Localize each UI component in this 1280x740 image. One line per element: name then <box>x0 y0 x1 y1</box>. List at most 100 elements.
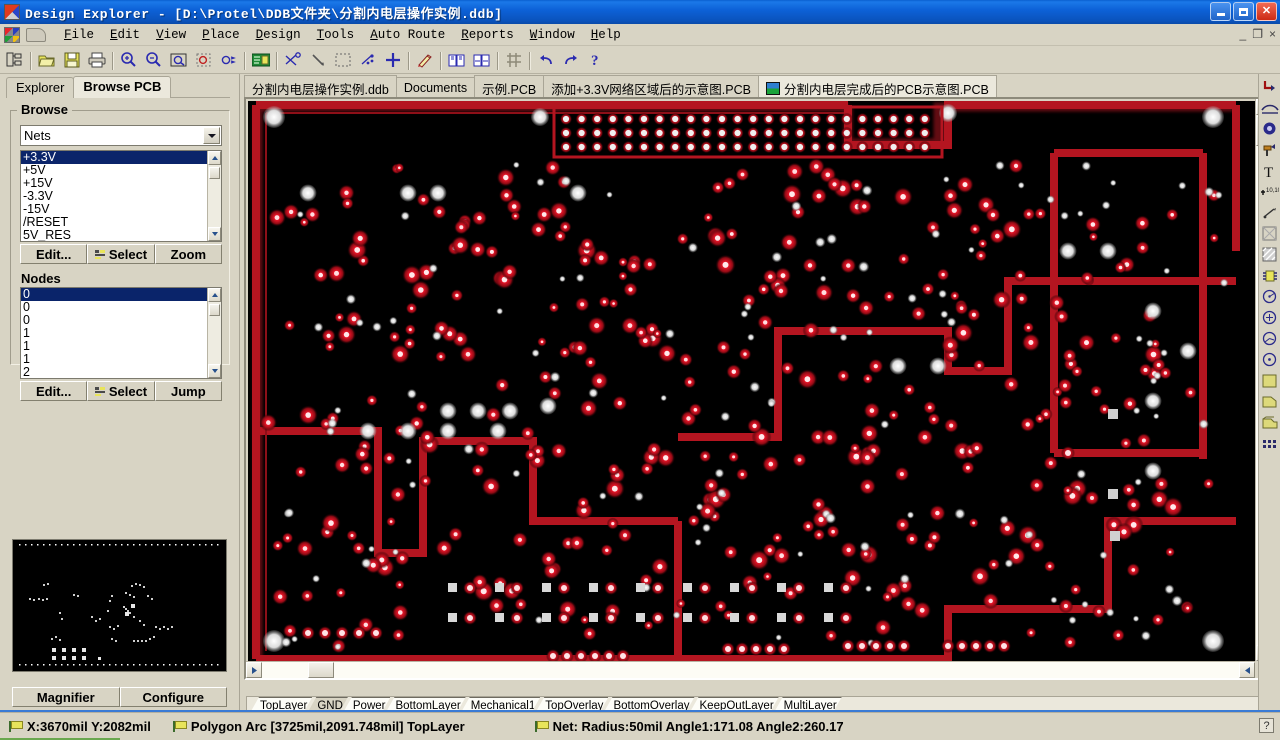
node-item[interactable]: 0 <box>21 301 207 314</box>
pan-icon[interactable] <box>216 48 241 72</box>
arc-center-icon[interactable] <box>1260 286 1280 307</box>
chevron-down-icon[interactable] <box>203 127 220 144</box>
place-arc-icon[interactable] <box>1260 97 1280 118</box>
scroll-up-icon[interactable] <box>208 151 221 165</box>
node-item[interactable]: 2 <box>21 366 207 379</box>
menu-item-help[interactable]: Help <box>583 26 629 44</box>
place-coordinate-icon[interactable]: 10,10 <box>1260 181 1280 202</box>
hscroll-thumb[interactable] <box>308 662 334 678</box>
place-pad-icon[interactable] <box>1260 139 1280 160</box>
nets-scrollbar[interactable] <box>207 151 221 241</box>
tab-explorer[interactable]: Explorer <box>6 77 74 98</box>
nodes-scrollbar[interactable] <box>207 288 221 378</box>
doc-tab-label: 示例.PCB <box>482 79 536 98</box>
place-room-icon[interactable] <box>1260 223 1280 244</box>
menu-item-design[interactable]: Design <box>248 26 309 44</box>
zoom-selection-icon[interactable] <box>191 48 216 72</box>
place-fill-icon[interactable] <box>1260 370 1280 391</box>
menu-item-auto-route[interactable]: Auto Route <box>362 26 453 44</box>
node-item[interactable]: 1 <box>21 353 207 366</box>
nets-listbox[interactable]: +3.3V +5V +15V -3.3V -15V /RESET 5V_RES … <box>20 150 222 242</box>
grid-icon[interactable] <box>501 48 526 72</box>
place-polygon-plane-icon[interactable] <box>1260 244 1280 265</box>
paste-icon[interactable] <box>305 48 330 72</box>
node-edit-button[interactable]: Edit... <box>20 381 87 401</box>
array-paste-icon[interactable] <box>1260 433 1280 454</box>
help-icon[interactable]: ? <box>583 48 608 72</box>
view-board-icon[interactable] <box>469 48 494 72</box>
scroll-thumb[interactable] <box>209 167 220 179</box>
scroll-left-icon[interactable] <box>246 662 262 678</box>
toolbar-separator <box>494 50 501 70</box>
canvas-hscrollbar[interactable] <box>246 661 1255 678</box>
place-via-icon[interactable] <box>1260 118 1280 139</box>
place-dimension-icon[interactable] <box>1260 202 1280 223</box>
select-icon <box>95 387 105 396</box>
scroll-up-icon[interactable] <box>208 288 221 302</box>
tab-browse-pcb[interactable]: Browse PCB <box>73 76 171 98</box>
zoom-area-icon[interactable] <box>166 48 191 72</box>
menu-item-tools[interactable]: Tools <box>309 26 363 44</box>
document-manager-icon[interactable] <box>2 48 27 72</box>
net-item[interactable]: +3.3V <box>21 151 207 164</box>
interactive-routing-icon[interactable] <box>1260 76 1280 97</box>
redo-icon[interactable] <box>558 48 583 72</box>
net-edit-button[interactable]: Edit... <box>20 244 87 264</box>
node-item[interactable]: 0 <box>21 288 207 301</box>
magnifier-button[interactable]: Magnifier <box>12 687 120 707</box>
open-icon[interactable] <box>34 48 59 72</box>
mdi-minimize-button[interactable]: _ <box>1240 27 1247 41</box>
menu-item-reports[interactable]: Reports <box>453 26 522 44</box>
node-jump-button[interactable]: Jump <box>155 381 222 401</box>
select-area-icon[interactable] <box>330 48 355 72</box>
menu-item-view[interactable]: View <box>148 26 194 44</box>
browse-type-select[interactable]: Nets <box>20 125 222 146</box>
crosshair-icon[interactable] <box>380 48 405 72</box>
scroll-down-icon[interactable] <box>208 227 221 241</box>
mdi-restore-button[interactable]: ❐ <box>1252 27 1263 41</box>
menu-item-file[interactable]: File <box>56 26 102 44</box>
menu-item-window[interactable]: Window <box>522 26 583 44</box>
place-full-circle-icon[interactable] <box>1260 349 1280 370</box>
net-select-label: Select <box>109 247 147 262</box>
node-item[interactable]: 1 <box>21 340 207 353</box>
minimize-button[interactable] <box>1210 2 1231 21</box>
nodes-group-label: Nodes <box>17 271 65 286</box>
node-item[interactable]: 1 <box>21 327 207 340</box>
node-item[interactable]: 0 <box>21 314 207 327</box>
browse-group-label: Browse <box>17 102 72 117</box>
view-3d-icon[interactable] <box>444 48 469 72</box>
scroll-down-icon[interactable] <box>208 364 221 378</box>
place-component-icon[interactable] <box>1260 265 1280 286</box>
status-help-button[interactable]: ? <box>1259 718 1274 733</box>
menu-item-edit[interactable]: Edit <box>102 26 148 44</box>
net-zoom-button[interactable]: Zoom <box>155 244 222 264</box>
configure-button[interactable]: Configure <box>120 687 228 707</box>
undo-icon[interactable] <box>533 48 558 72</box>
move-selection-icon[interactable] <box>355 48 380 72</box>
nodes-listbox[interactable]: 0 0 0 1 1 1 2 3 <box>20 287 222 379</box>
place-split-plane-icon[interactable] <box>1260 391 1280 412</box>
clear-selection-icon[interactable] <box>412 48 437 72</box>
close-button[interactable]: ✕ <box>1256 2 1277 21</box>
maximize-button[interactable] <box>1233 2 1254 21</box>
browse-components-icon[interactable] <box>248 48 273 72</box>
pcb-preview-navigator[interactable] <box>12 539 227 672</box>
zoom-in-icon[interactable] <box>116 48 141 72</box>
node-select-button[interactable]: Select <box>87 381 154 401</box>
arc-any-angle-icon[interactable] <box>1260 328 1280 349</box>
menu-item-place[interactable]: Place <box>194 26 248 44</box>
place-string-icon[interactable]: T <box>1260 160 1280 181</box>
arc-edge-icon[interactable] <box>1260 307 1280 328</box>
zoom-out-icon[interactable] <box>141 48 166 72</box>
print-icon[interactable] <box>84 48 109 72</box>
net-select-button[interactable]: Select <box>87 244 154 264</box>
scroll-thumb[interactable] <box>209 304 220 316</box>
save-icon[interactable] <box>59 48 84 72</box>
scroll-right-icon[interactable] <box>1239 662 1255 678</box>
doc-tab-documents[interactable]: Documents <box>396 77 475 99</box>
mdi-close-button[interactable]: × <box>1269 27 1276 41</box>
cut-icon[interactable] <box>280 48 305 72</box>
pcb-canvas[interactable] <box>248 101 1255 661</box>
place-solid-region-icon[interactable] <box>1260 412 1280 433</box>
